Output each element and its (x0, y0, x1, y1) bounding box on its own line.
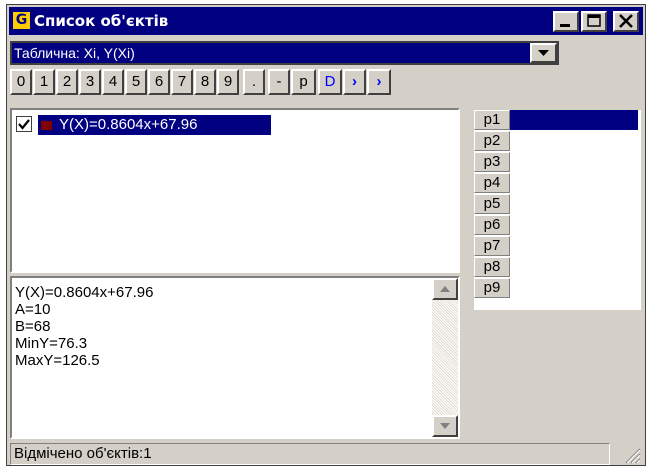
close-icon (619, 14, 633, 28)
key-1[interactable]: 1 (33, 69, 55, 95)
info-a: A=10 (15, 301, 51, 318)
param-p5[interactable]: p5 (474, 194, 510, 214)
param-p3[interactable]: p3 (474, 152, 510, 172)
arrow-up-icon (440, 286, 450, 292)
key-d[interactable]: D (318, 69, 342, 95)
key-2[interactable]: 2 (56, 69, 78, 95)
key-6[interactable]: 6 (148, 69, 170, 95)
chevron-down-icon (538, 50, 549, 56)
key-next[interactable]: › (343, 69, 366, 95)
key-4[interactable]: 4 (102, 69, 124, 95)
key-next-2[interactable]: › (367, 69, 391, 95)
object-info-text[interactable]: Y(X)=0.8604x+67.96 A=10 B=68 MinY=76.3 M… (10, 276, 460, 439)
object-color-swatch (41, 121, 52, 130)
scroll-up-button[interactable] (432, 278, 458, 300)
window-title: Список об'єктів (34, 12, 169, 30)
key-0[interactable]: 0 (10, 69, 32, 95)
key-dot[interactable]: . (243, 69, 265, 95)
param-p1-value[interactable] (510, 110, 638, 130)
param-p8[interactable]: p8 (474, 257, 510, 277)
param-p4[interactable]: p4 (474, 173, 510, 193)
param-p9[interactable]: p9 (474, 278, 510, 298)
key-5[interactable]: 5 (125, 69, 147, 95)
maximize-icon (587, 14, 601, 27)
table-type-select[interactable]: Таблична: Xi, Y(Xi) (10, 41, 559, 65)
status-text: Відмічено об'єктів:1 (10, 443, 610, 465)
key-3[interactable]: 3 (79, 69, 101, 95)
checkmark-icon (18, 119, 30, 130)
object-checkbox[interactable] (16, 116, 32, 132)
key-8[interactable]: 8 (194, 69, 216, 95)
info-b: B=68 (15, 318, 51, 335)
title-bar[interactable]: G Список об'єктів (9, 7, 643, 35)
minimize-icon (560, 24, 570, 27)
object-list-window: G Список об'єктів Таблична: Xi, Y(Xi) 0 … (6, 4, 646, 466)
app-icon: G (13, 12, 30, 29)
key-9[interactable]: 9 (217, 69, 239, 95)
param-p2[interactable]: p2 (474, 131, 510, 151)
info-equation: Y(X)=0.8604x+67.96 (15, 284, 154, 301)
parameters-list: p1 p2 p3 p4 p5 p6 p7 p8 p9 (474, 110, 641, 310)
close-button[interactable] (613, 11, 639, 32)
param-p7[interactable]: p7 (474, 236, 510, 256)
maximize-button[interactable] (581, 11, 607, 32)
param-p1[interactable]: p1 (474, 110, 510, 130)
key-7[interactable]: 7 (171, 69, 193, 95)
object-list: Y(X)=0.8604x+67.96 (10, 108, 460, 273)
resize-grip-icon[interactable] (622, 445, 642, 465)
dropdown-button[interactable] (530, 43, 557, 63)
object-equation: Y(X)=0.8604x+67.96 (59, 116, 198, 133)
selected-object[interactable]: Y(X)=0.8604x+67.96 (38, 115, 271, 135)
scroll-down-button[interactable] (432, 415, 458, 437)
info-scrollbar[interactable] (432, 278, 458, 437)
info-min-y: MinY=76.3 (15, 335, 88, 352)
info-max-y: MaxY=126.5 (15, 352, 100, 369)
key-minus[interactable]: - (268, 69, 290, 95)
table-type-value: Таблична: Xi, Y(Xi) (14, 45, 135, 61)
key-p[interactable]: p (291, 69, 316, 95)
status-bar: Відмічено об'єктів:1 (10, 443, 642, 465)
param-p6[interactable]: p6 (474, 215, 510, 235)
minimize-button[interactable] (553, 11, 579, 32)
arrow-down-icon (440, 423, 450, 429)
